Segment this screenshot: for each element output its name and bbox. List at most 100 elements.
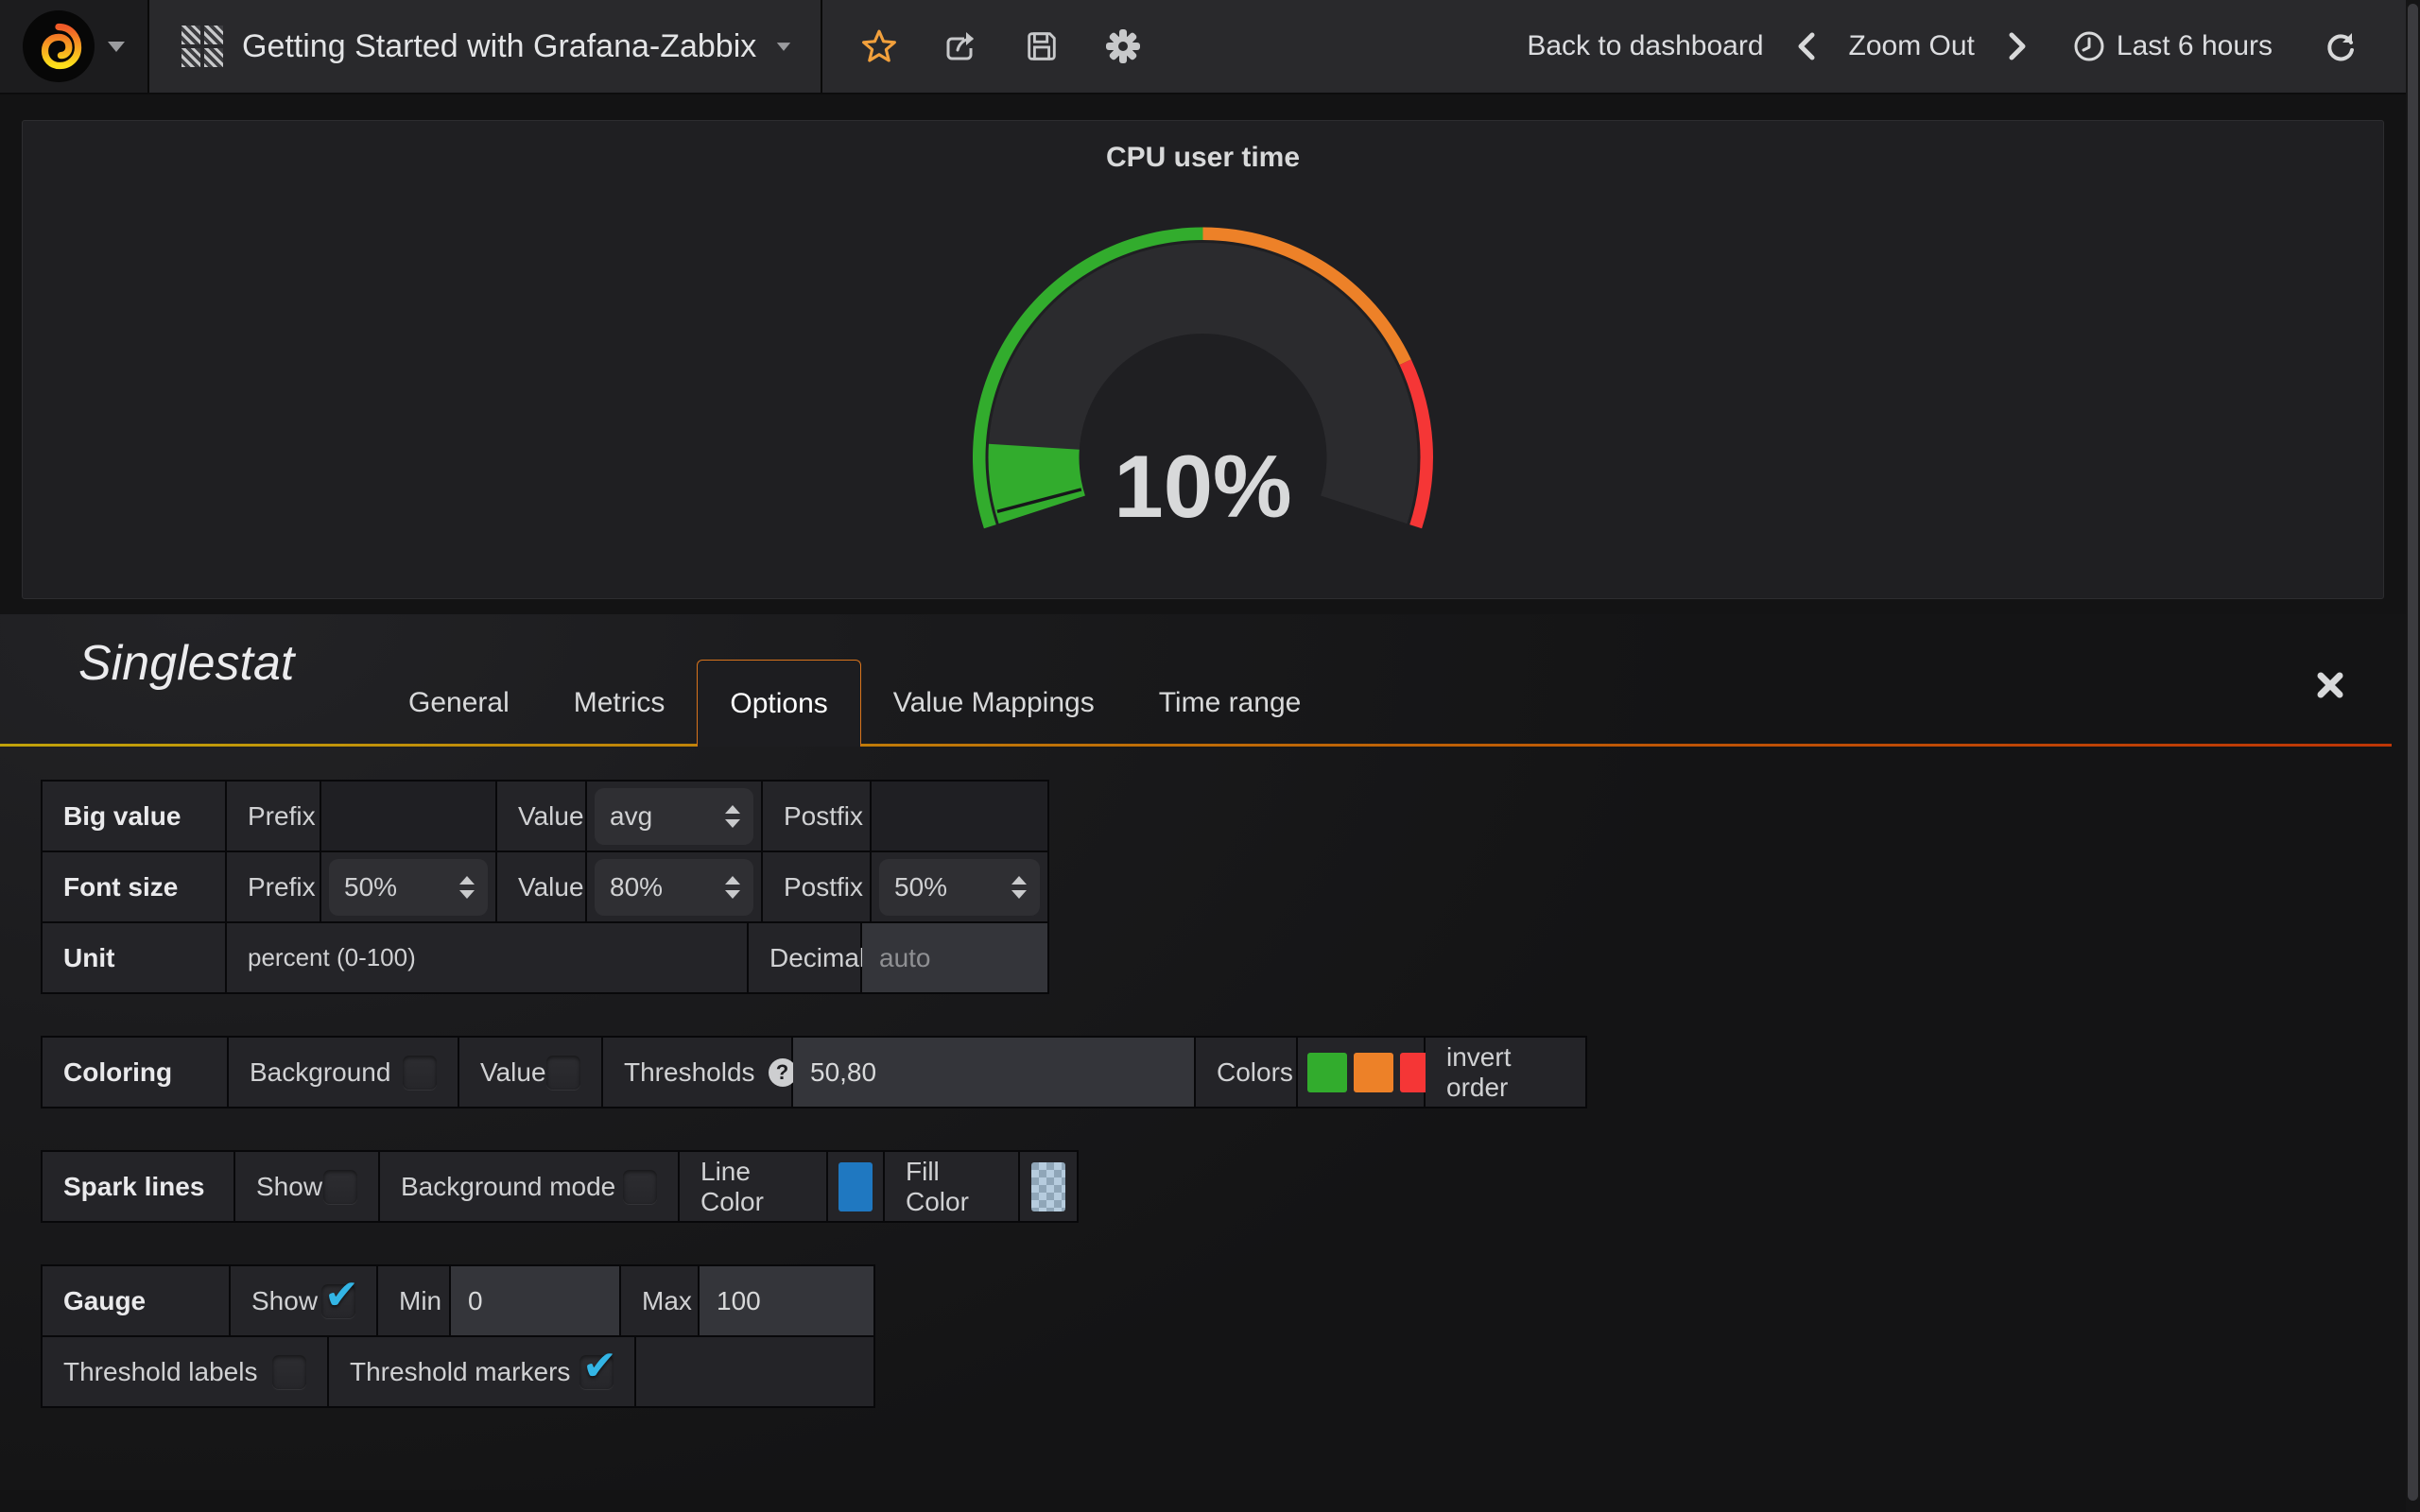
coloring-background-cell: Background [229,1038,459,1107]
coloring-label: Coloring [43,1038,229,1107]
gauge-value-label: 10% [1114,437,1291,536]
decimals-input-cell [862,923,1047,992]
spark-lines-row: Spark lines Show Background mode Line Co… [43,1152,1077,1221]
time-range-picker[interactable]: Last 6 hours [2073,30,2273,62]
scrollbar-track[interactable] [2406,0,2420,1512]
gauge-max-input[interactable] [700,1266,873,1335]
background-mode-checkbox[interactable] [623,1170,657,1204]
value-font-size-select[interactable]: 80% [595,859,753,916]
tab-metrics[interactable]: Metrics [542,660,698,747]
tab-general[interactable]: General [376,660,542,747]
invert-order-button[interactable]: invert order [1426,1038,1585,1107]
save-icon[interactable] [1023,27,1061,65]
share-icon[interactable] [942,27,979,65]
value-checkbox[interactable] [546,1056,580,1090]
gauge-show-cell: Show [231,1266,378,1335]
prefix-input-cell [321,782,497,850]
gauge-table: Gauge Show Min Max Threshold labels [41,1264,875,1408]
tab-time-range[interactable]: Time range [1127,660,1334,747]
gauge-panel: CPU user time 10% [22,120,2384,599]
line-color-swatch[interactable] [838,1162,873,1211]
background-mode-cell: Background mode [380,1152,680,1221]
unit-row: Unit percent (0-100) Decimals [43,921,1047,992]
navbar: Getting Started with Grafana-Zabbix [0,0,2420,94]
postfix-size-select-cell: 50% [872,852,1047,921]
threshold-options-row: Threshold labels Threshold markers [43,1335,873,1406]
value-options-table: Big value Prefix Value avg Postfix [41,780,1049,994]
star-icon[interactable] [860,27,898,65]
line-color-label: Line Color [680,1152,828,1221]
thresholds-input[interactable] [793,1038,1194,1107]
unit-label: Unit [43,923,227,992]
colors-label: Colors [1196,1038,1298,1107]
fill-color-cell [1020,1152,1077,1221]
back-to-dashboard-button[interactable]: Back to dashboard [1527,30,1763,62]
gauge-label: Gauge [43,1266,231,1335]
gauge-show-checkbox[interactable] [321,1284,355,1318]
prefix-label: Prefix [227,782,321,850]
coloring-table: Coloring Background Value Thresholds ? C… [41,1036,1587,1108]
postfix-label: Postfix [763,852,872,921]
chevron-left-icon[interactable] [1796,32,1817,60]
scrollbar-thumb[interactable] [2408,4,2418,1501]
chevron-right-icon[interactable] [2007,32,2028,60]
refresh-icon[interactable] [2324,29,2358,63]
font-size-row: Font size Prefix 50% Value 80% Postfix [43,850,1047,921]
prefix-font-size-select[interactable]: 50% [329,859,488,916]
threshold-markers-cell: Threshold markers [329,1337,636,1406]
threshold-colors-cell [1298,1038,1426,1107]
threshold-labels-checkbox[interactable] [272,1355,306,1389]
decimals-input[interactable] [862,923,1047,992]
background-checkbox[interactable] [403,1056,437,1090]
gauge-min-input[interactable] [451,1266,619,1335]
postfix-font-size-select[interactable]: 50% [879,859,1040,916]
coloring-value-cell: Value [459,1038,603,1107]
editor-header: Singlestat GeneralMetricsOptionsValue Ma… [0,614,2420,747]
spark-lines-label: Spark lines [43,1152,235,1221]
sparkline-show-cell: Show [235,1152,380,1221]
tab-options[interactable]: Options [697,660,860,747]
spark-lines-table: Spark lines Show Background mode Line Co… [41,1150,1079,1223]
tab-value-mappings[interactable]: Value Mappings [861,660,1127,747]
threshold-color-swatch-1[interactable] [1354,1053,1393,1092]
prefix-size-select-cell: 50% [321,852,497,921]
select-arrows-icon [725,805,740,828]
options-tab-content: Big value Prefix Value avg Postfix [41,780,1587,1450]
gauge-row: Gauge Show Min Max [43,1266,873,1335]
dashboard-title-dropdown[interactable]: Getting Started with Grafana-Zabbix [149,0,822,93]
grafana-logo [23,10,95,82]
font-size-label: Font size [43,852,227,921]
coloring-row: Coloring Background Value Thresholds ? C… [43,1038,1585,1107]
chevron-down-icon [108,42,125,52]
unit-value-dropdown[interactable]: percent (0-100) [227,923,749,992]
big-value-stat-select[interactable]: avg [595,788,753,845]
decimals-label: Decimals [749,923,862,992]
sparkline-show-checkbox[interactable] [323,1170,357,1204]
threshold-color-swatch-0[interactable] [1307,1053,1347,1092]
empty-cell [636,1337,873,1406]
value-select-cell: avg [587,782,763,850]
threshold-markers-checkbox[interactable] [579,1355,614,1389]
gauge-chart: 10% [23,121,2383,598]
value-size-select-cell: 80% [587,852,763,921]
close-icon[interactable] [2314,669,2346,701]
line-color-cell [828,1152,885,1221]
gear-icon[interactable] [1104,27,1142,65]
postfix-input-cell [872,782,1047,850]
zoom-out-button[interactable]: Zoom Out [1849,30,1975,62]
postfix-label: Postfix [763,782,872,850]
select-arrows-icon [725,876,740,899]
min-input-cell [451,1266,621,1335]
threshold-labels-cell: Threshold labels [43,1337,329,1406]
value-label: Value [497,852,587,921]
max-input-cell [700,1266,873,1335]
fill-color-swatch[interactable] [1031,1162,1065,1211]
big-value-prefix-input[interactable] [321,782,495,850]
grafana-main-menu[interactable] [0,0,149,93]
big-value-row: Big value Prefix Value avg Postfix [43,782,1047,850]
big-value-postfix-input[interactable] [872,782,1047,850]
panel-editor: Singlestat GeneralMetricsOptionsValue Ma… [0,614,2420,1490]
clock-icon [2073,30,2105,62]
thresholds-input-cell [793,1038,1196,1107]
threshold-color-swatches [1307,1053,1440,1092]
